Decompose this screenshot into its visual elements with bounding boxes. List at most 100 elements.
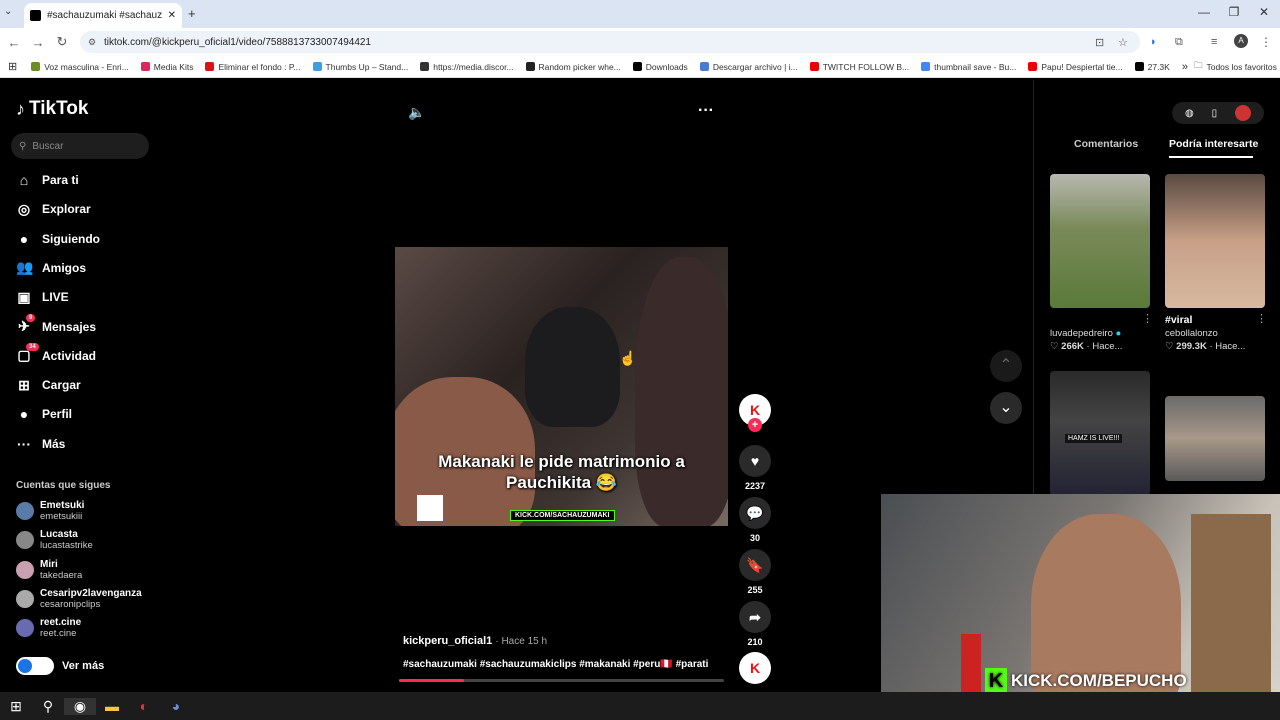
compass-small-icon[interactable]: ◍ — [1185, 108, 1194, 119]
bookmark-item[interactable]: Media Kits — [140, 62, 193, 72]
address-bar[interactable]: ⚙ tiktok.com/@kickperu_oficial1/video/75… — [80, 31, 1140, 53]
sidebar-item-label: Actividad — [42, 348, 97, 363]
extensions-puzzle-icon[interactable]: ⧉ — [1175, 36, 1183, 49]
sidebar-item-amigos[interactable]: 👥 Amigos — [16, 258, 86, 278]
see-more-link[interactable]: Ver más — [16, 657, 104, 675]
suggested-user-1[interactable]: luvadepedreiro — [1050, 328, 1113, 339]
sidebar-item-cargar[interactable]: ⊞ Cargar — [16, 375, 81, 395]
share-count: 210 — [747, 637, 763, 647]
install-app-icon[interactable]: ⊡ — [1095, 36, 1104, 49]
save-button[interactable]: 🔖 255 — [738, 549, 772, 595]
media-control-icon[interactable]: ≡ — [1211, 36, 1217, 48]
followed-account[interactable]: Emetsuki emetsukiii — [16, 500, 84, 522]
like-button[interactable]: ♥ 2237 — [738, 445, 772, 491]
close-tab-icon[interactable]: ✕ — [168, 10, 176, 21]
minimize-icon[interactable]: — — [1192, 5, 1216, 19]
account-name: Emetsuki — [40, 500, 85, 511]
bookmark-favicon-icon — [632, 62, 642, 71]
user-avatar-icon[interactable] — [1235, 105, 1252, 121]
bookmark-item[interactable]: thumbnail save - Bu... — [921, 62, 1016, 72]
video-caption-line2: Pauchikita 😂 — [506, 473, 617, 492]
reload-icon[interactable]: ↻ — [50, 34, 74, 50]
messages-icon: ✈ 9 — [16, 314, 36, 335]
card-more-icon[interactable]: ⋮ — [1142, 312, 1153, 325]
account-handle: emetsukiii — [40, 511, 83, 522]
bookmark-star-icon[interactable]: ☆ — [1118, 36, 1128, 49]
bookmark-item[interactable]: TWITCH FOLLOW B... — [809, 62, 909, 72]
comment-count: 30 — [749, 533, 760, 543]
windows-start-icon[interactable]: ⊞ — [0, 698, 32, 715]
tab-list-icon[interactable]: ⌄ — [4, 6, 12, 17]
device-icon[interactable]: ▯ — [1212, 108, 1218, 119]
tab-comments[interactable]: Comentarios — [1074, 138, 1138, 150]
suggested-video-2[interactable] — [1165, 174, 1265, 308]
suggested-video-3[interactable]: HAMZ IS LIVE!!! — [1050, 371, 1150, 496]
browser-menu-icon[interactable]: ⋮ — [1260, 35, 1272, 49]
discord-icon[interactable]: ◕ — [160, 698, 192, 714]
video-player[interactable]: Makanaki le pide matrimonio a Pauchikita… — [395, 247, 728, 526]
sound-avatar[interactable]: K — [738, 652, 772, 688]
search-input[interactable]: ⚲ Buscar — [11, 133, 149, 159]
all-favorites-folder[interactable]: 🗀 Todos los favoritos — [1194, 60, 1277, 74]
account-handle: reet.cine — [40, 628, 77, 640]
sidebar-item-actividad[interactable]: ▢ 34 Actividad — [16, 343, 97, 366]
avatar — [16, 502, 34, 520]
sidebar-item-mensajes[interactable]: ✈ 9 Mensajes — [16, 314, 96, 337]
taskbar-search-icon[interactable]: ⚲ — [32, 698, 64, 715]
previous-video-button[interactable]: ⌃ — [990, 350, 1022, 382]
restore-icon[interactable]: ❐ — [1222, 5, 1246, 19]
volume-icon[interactable]: 🔈 — [408, 104, 425, 121]
followed-account[interactable]: Lucasta lucastastrike — [16, 529, 93, 551]
sidebar-item-explorar[interactable]: ◎ Explorar — [16, 199, 91, 219]
tab-suggested[interactable]: Podría interesarte — [1169, 138, 1258, 150]
tiktok-logo[interactable]: ♪ TikTok — [16, 98, 88, 120]
bookmark-item[interactable]: Descargar archivo | i... — [699, 62, 798, 72]
comment-button[interactable]: 💬 30 — [738, 497, 772, 543]
close-window-icon[interactable]: ✕ — [1252, 5, 1276, 19]
bookmark-item[interactable]: Random picker whe... — [525, 62, 621, 72]
more-bookmarks-icon[interactable]: » — [1182, 61, 1188, 73]
toggle-pill-icon[interactable] — [16, 657, 54, 675]
bookmark-item[interactable]: Downloads — [632, 62, 688, 72]
browser-tab[interactable]: #sachauzumaki #sachauzumaki ✕ — [24, 3, 182, 28]
followed-account[interactable]: reet.cine reet.cine — [16, 617, 81, 639]
followed-account[interactable]: Miri takedaera — [16, 559, 82, 581]
video-hashtags[interactable]: #sachauzumaki #sachauzumakiclips #makana… — [403, 659, 723, 670]
profile-avatar-icon[interactable]: A — [1234, 34, 1248, 48]
share-button[interactable]: ➦ 210 — [738, 601, 772, 647]
bookmark-item[interactable]: https://media.discor... — [420, 62, 514, 72]
suggested-video-1[interactable] — [1050, 174, 1150, 308]
bookmark-item[interactable]: Voz masculina - Enri... — [31, 62, 129, 72]
back-icon[interactable]: ← — [2, 35, 26, 50]
taskbar: ⊞ ⚲ ◉ ▬ ◐ ◕ — [0, 692, 1280, 720]
video-progress-bar[interactable] — [399, 679, 724, 682]
bookmark-item[interactable]: Papu! Despiertal tie... — [1028, 62, 1123, 72]
bookmark-icon: 🔖 — [739, 549, 771, 581]
follow-plus-icon[interactable]: + — [748, 418, 762, 432]
bookmark-item[interactable]: Eliminar el fondo : P... — [205, 62, 301, 72]
new-tab-icon[interactable]: + — [188, 6, 196, 21]
suggested-user-2[interactable]: cebollalonzo — [1165, 327, 1245, 340]
sidebar-item-siguiendo[interactable]: ● Siguiendo — [16, 229, 100, 249]
profile-icon: ● — [19, 406, 29, 423]
sidebar-item-para-ti[interactable]: ⌂ Para ti — [16, 170, 79, 190]
card-more-icon[interactable]: ⋮ — [1256, 312, 1267, 325]
chrome-taskbar-icon[interactable]: ◉ — [64, 697, 96, 715]
next-video-button[interactable]: ⌄ — [990, 392, 1022, 424]
extension-icon[interactable]: ◗ — [1150, 36, 1157, 48]
video-author[interactable]: kickperu_oficial1 — [403, 635, 492, 647]
sidebar-item-más[interactable]: ··· Más — [16, 434, 65, 454]
more-options-icon[interactable]: ··· — [698, 102, 714, 120]
followed-account[interactable]: Cesaripv2lavenganza cesaronipclips — [16, 588, 142, 610]
suggested-video-4[interactable] — [1165, 396, 1265, 481]
bookmark-item[interactable]: 27.3K — [1134, 62, 1170, 72]
file-explorer-icon[interactable]: ▬ — [96, 698, 128, 714]
sidebar-item-perfil[interactable]: ● Perfil — [16, 404, 72, 424]
obs-icon[interactable]: ◐ — [128, 698, 160, 714]
site-info-icon[interactable]: ⚙ — [88, 37, 96, 48]
apps-grid-icon[interactable]: ⊞ — [8, 60, 17, 73]
author-avatar[interactable]: K + — [738, 394, 772, 432]
forward-icon[interactable]: → — [26, 35, 50, 50]
bookmark-item[interactable]: Thumbs Up – Stand... — [312, 62, 408, 72]
sidebar-item-live[interactable]: ▣ LIVE — [16, 287, 68, 307]
